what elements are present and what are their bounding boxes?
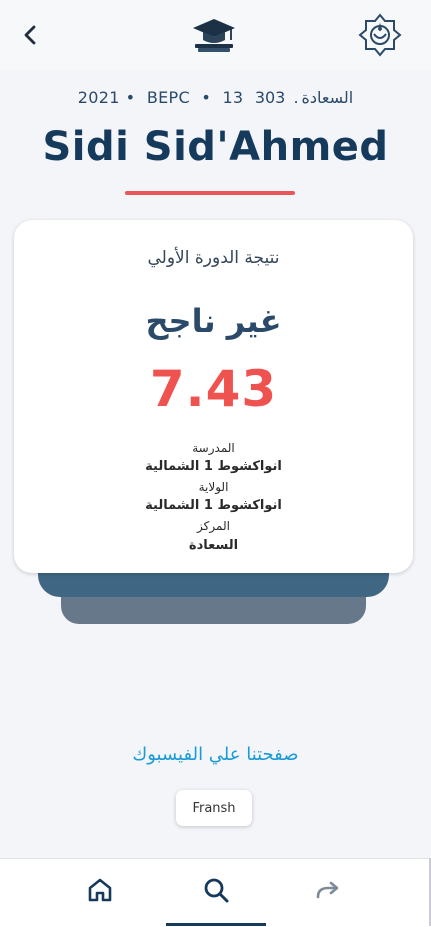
wilaya-label: الولاية: [198, 480, 229, 494]
wilaya-value: انواكشوط 1 الشمالية: [145, 498, 282, 513]
facebook-page-link[interactable]: صفحتنا علي الفيسبوك: [0, 744, 431, 765]
back-button[interactable]: [14, 19, 46, 51]
candidate-meta-line: 2021 • BEPC • 13 السعادة. 303: [77, 88, 354, 107]
separator-dot: •: [201, 88, 212, 107]
national-emblem-icon: [357, 12, 403, 58]
school-value: انواكشوط 1 الشمالية: [145, 459, 282, 474]
nav-share[interactable]: [313, 875, 343, 905]
candidate-name: Sidi Sid'Ahmed: [42, 124, 389, 170]
result-card-title: نتيجة الدورة الأولي: [147, 248, 280, 268]
center-label: المركز: [197, 519, 230, 533]
center-name: السعادة: [301, 88, 354, 107]
school-label: المدرسة: [192, 441, 235, 455]
exam-year: 2021: [77, 88, 120, 107]
top-app-bar: [0, 0, 431, 70]
result-card: نتيجة الدورة الأولي غير ناجح 7.43 المدرس…: [14, 220, 413, 573]
bottom-navigation: [0, 858, 431, 927]
center-value: السعادة: [188, 538, 239, 553]
name-underline: [125, 191, 295, 195]
search-icon: [204, 878, 229, 903]
language-button[interactable]: Fransh: [176, 790, 252, 826]
share-icon: [316, 881, 339, 899]
result-status: غير ناجح: [145, 302, 282, 340]
graduation-cap-icon: [190, 15, 238, 55]
separator-dot: •: [125, 88, 136, 107]
chevron-left-icon: [24, 25, 36, 45]
candidate-number: 303: [254, 88, 286, 107]
result-score: 7.43: [149, 360, 278, 418]
nav-home[interactable]: [85, 875, 115, 905]
exam-type: BEPC: [146, 88, 190, 107]
home-icon: [88, 878, 112, 902]
nav-search[interactable]: [201, 875, 231, 905]
room-number: 13: [222, 88, 244, 107]
